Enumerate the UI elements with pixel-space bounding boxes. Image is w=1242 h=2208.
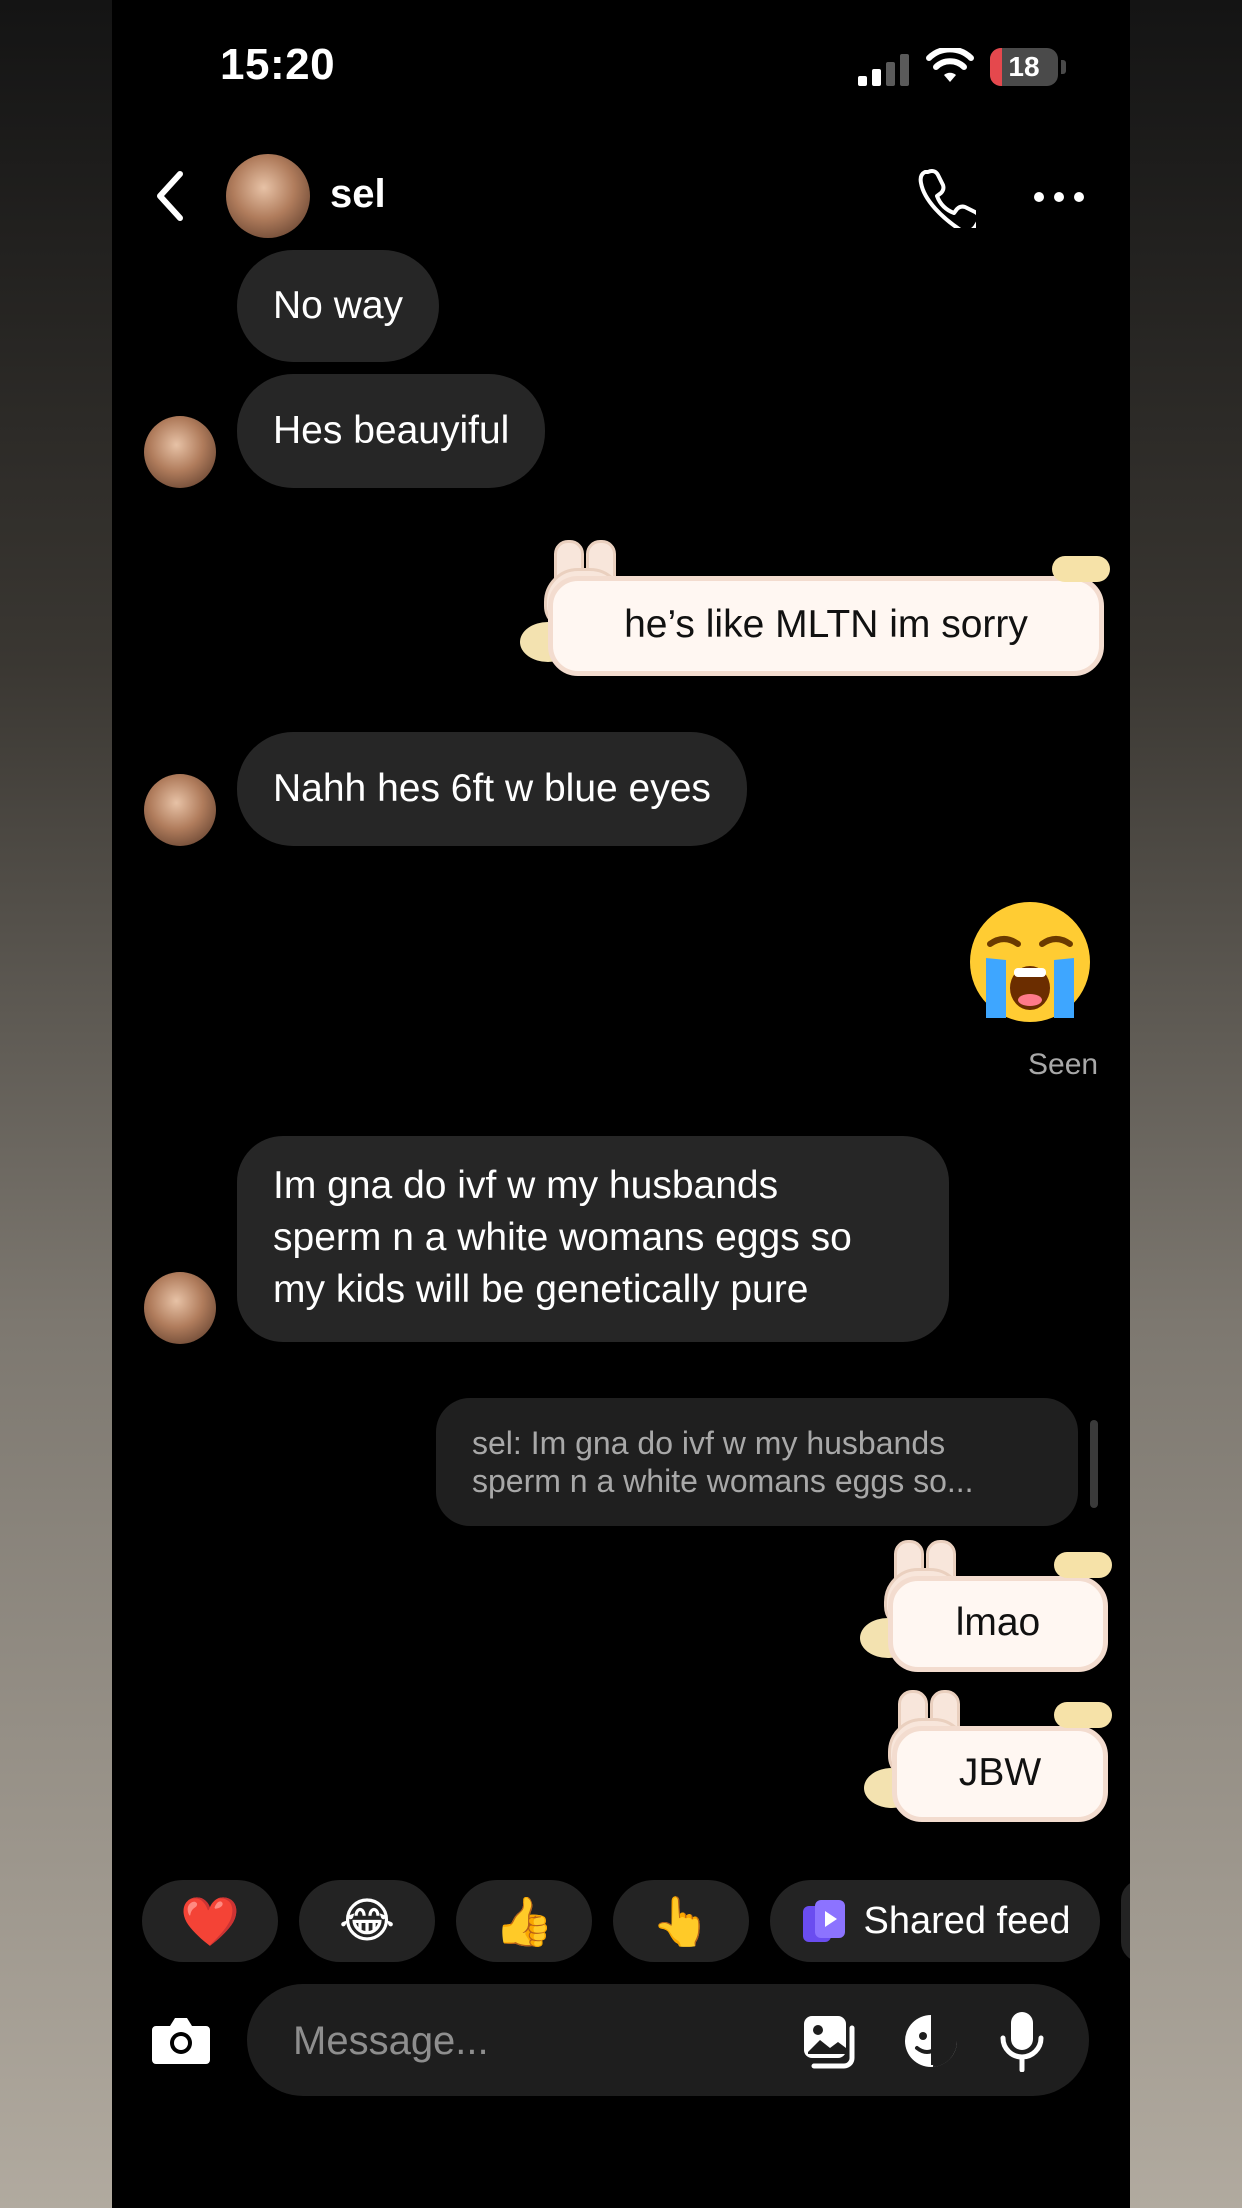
chat-screen: 15:20 18 sel No way Hes beauyiful he’s l…: [112, 0, 1130, 2208]
reply-line: sel: Im gna do ivf w my husbands: [472, 1425, 946, 1461]
heart-emoji: ❤️: [180, 1895, 240, 1949]
replied-message-preview[interactable]: sel: Im gna do ivf w my husbands sperm n…: [436, 1398, 1078, 1526]
shared-feed-icon: [803, 1900, 846, 1942]
quick-reaction-overflow[interactable]: [1121, 1880, 1130, 1962]
incoming-message[interactable]: Nahh hes 6ft w blue eyes: [237, 732, 747, 846]
more-options-icon[interactable]: [1032, 186, 1086, 208]
laughing-emoji: 😂: [338, 1895, 396, 1948]
incoming-message[interactable]: Hes beauyiful: [237, 374, 546, 488]
incoming-message-multiline[interactable]: Im gna do ivf w my husbands sperm n a wh…: [237, 1136, 949, 1342]
message-text: lmao: [888, 1576, 1108, 1672]
status-time: 15:20: [220, 40, 336, 89]
battery-indicator: 18: [990, 48, 1068, 86]
battery-level: 18: [1008, 51, 1040, 82]
quick-reaction-heart[interactable]: ❤️: [142, 1880, 278, 1962]
message-text: JBW: [892, 1726, 1108, 1822]
message-composer[interactable]: [247, 1984, 1089, 2096]
microphone-icon[interactable]: [999, 2010, 1045, 2072]
quick-reaction-point-up[interactable]: 👆: [613, 1880, 749, 1962]
quick-reaction-laugh[interactable]: 😂: [299, 1880, 435, 1962]
sticker-icon[interactable]: [902, 2012, 960, 2070]
outgoing-message-bunny[interactable]: he’s like MLTN im sorry: [516, 540, 1116, 685]
camera-icon[interactable]: [150, 2014, 212, 2066]
message-line: Im gna do ivf w my husbands: [273, 1164, 779, 1207]
phone-call-icon[interactable]: [914, 166, 976, 228]
wifi-icon: [926, 48, 974, 82]
outgoing-message-bunny[interactable]: lmao: [860, 1540, 1116, 1680]
message-text: he’s like MLTN im sorry: [548, 576, 1104, 676]
gallery-icon[interactable]: [802, 2014, 860, 2070]
message-line: my kids will be genetically pure: [273, 1268, 809, 1311]
thumbs-up-emoji: 👍: [494, 1895, 554, 1949]
message-line: sperm n a white womans eggs so: [273, 1216, 852, 1259]
shared-feed-label: Shared feed: [863, 1899, 1071, 1942]
reply-indicator-bar: [1090, 1420, 1098, 1508]
crying-face-emoji-message[interactable]: [968, 900, 1092, 1024]
point-up-emoji: 👆: [651, 1895, 711, 1949]
sender-avatar[interactable]: [144, 1272, 216, 1344]
message-input[interactable]: [291, 2014, 775, 2068]
incoming-message[interactable]: No way: [237, 250, 440, 362]
seen-label: Seen: [1028, 1048, 1099, 1081]
back-arrow-icon[interactable]: [150, 168, 190, 224]
sender-avatar[interactable]: [144, 416, 216, 488]
outgoing-message-bunny[interactable]: JBW: [864, 1690, 1116, 1830]
shared-feed-button[interactable]: Shared feed: [770, 1880, 1100, 1962]
reply-line: sperm n a white womans eggs so...: [472, 1463, 974, 1499]
sender-avatar[interactable]: [144, 774, 216, 846]
cellular-signal-icon: [858, 54, 909, 86]
contact-name[interactable]: sel: [330, 172, 386, 217]
contact-avatar[interactable]: [226, 154, 310, 238]
quick-reaction-thumbs-up[interactable]: 👍: [456, 1880, 592, 1962]
